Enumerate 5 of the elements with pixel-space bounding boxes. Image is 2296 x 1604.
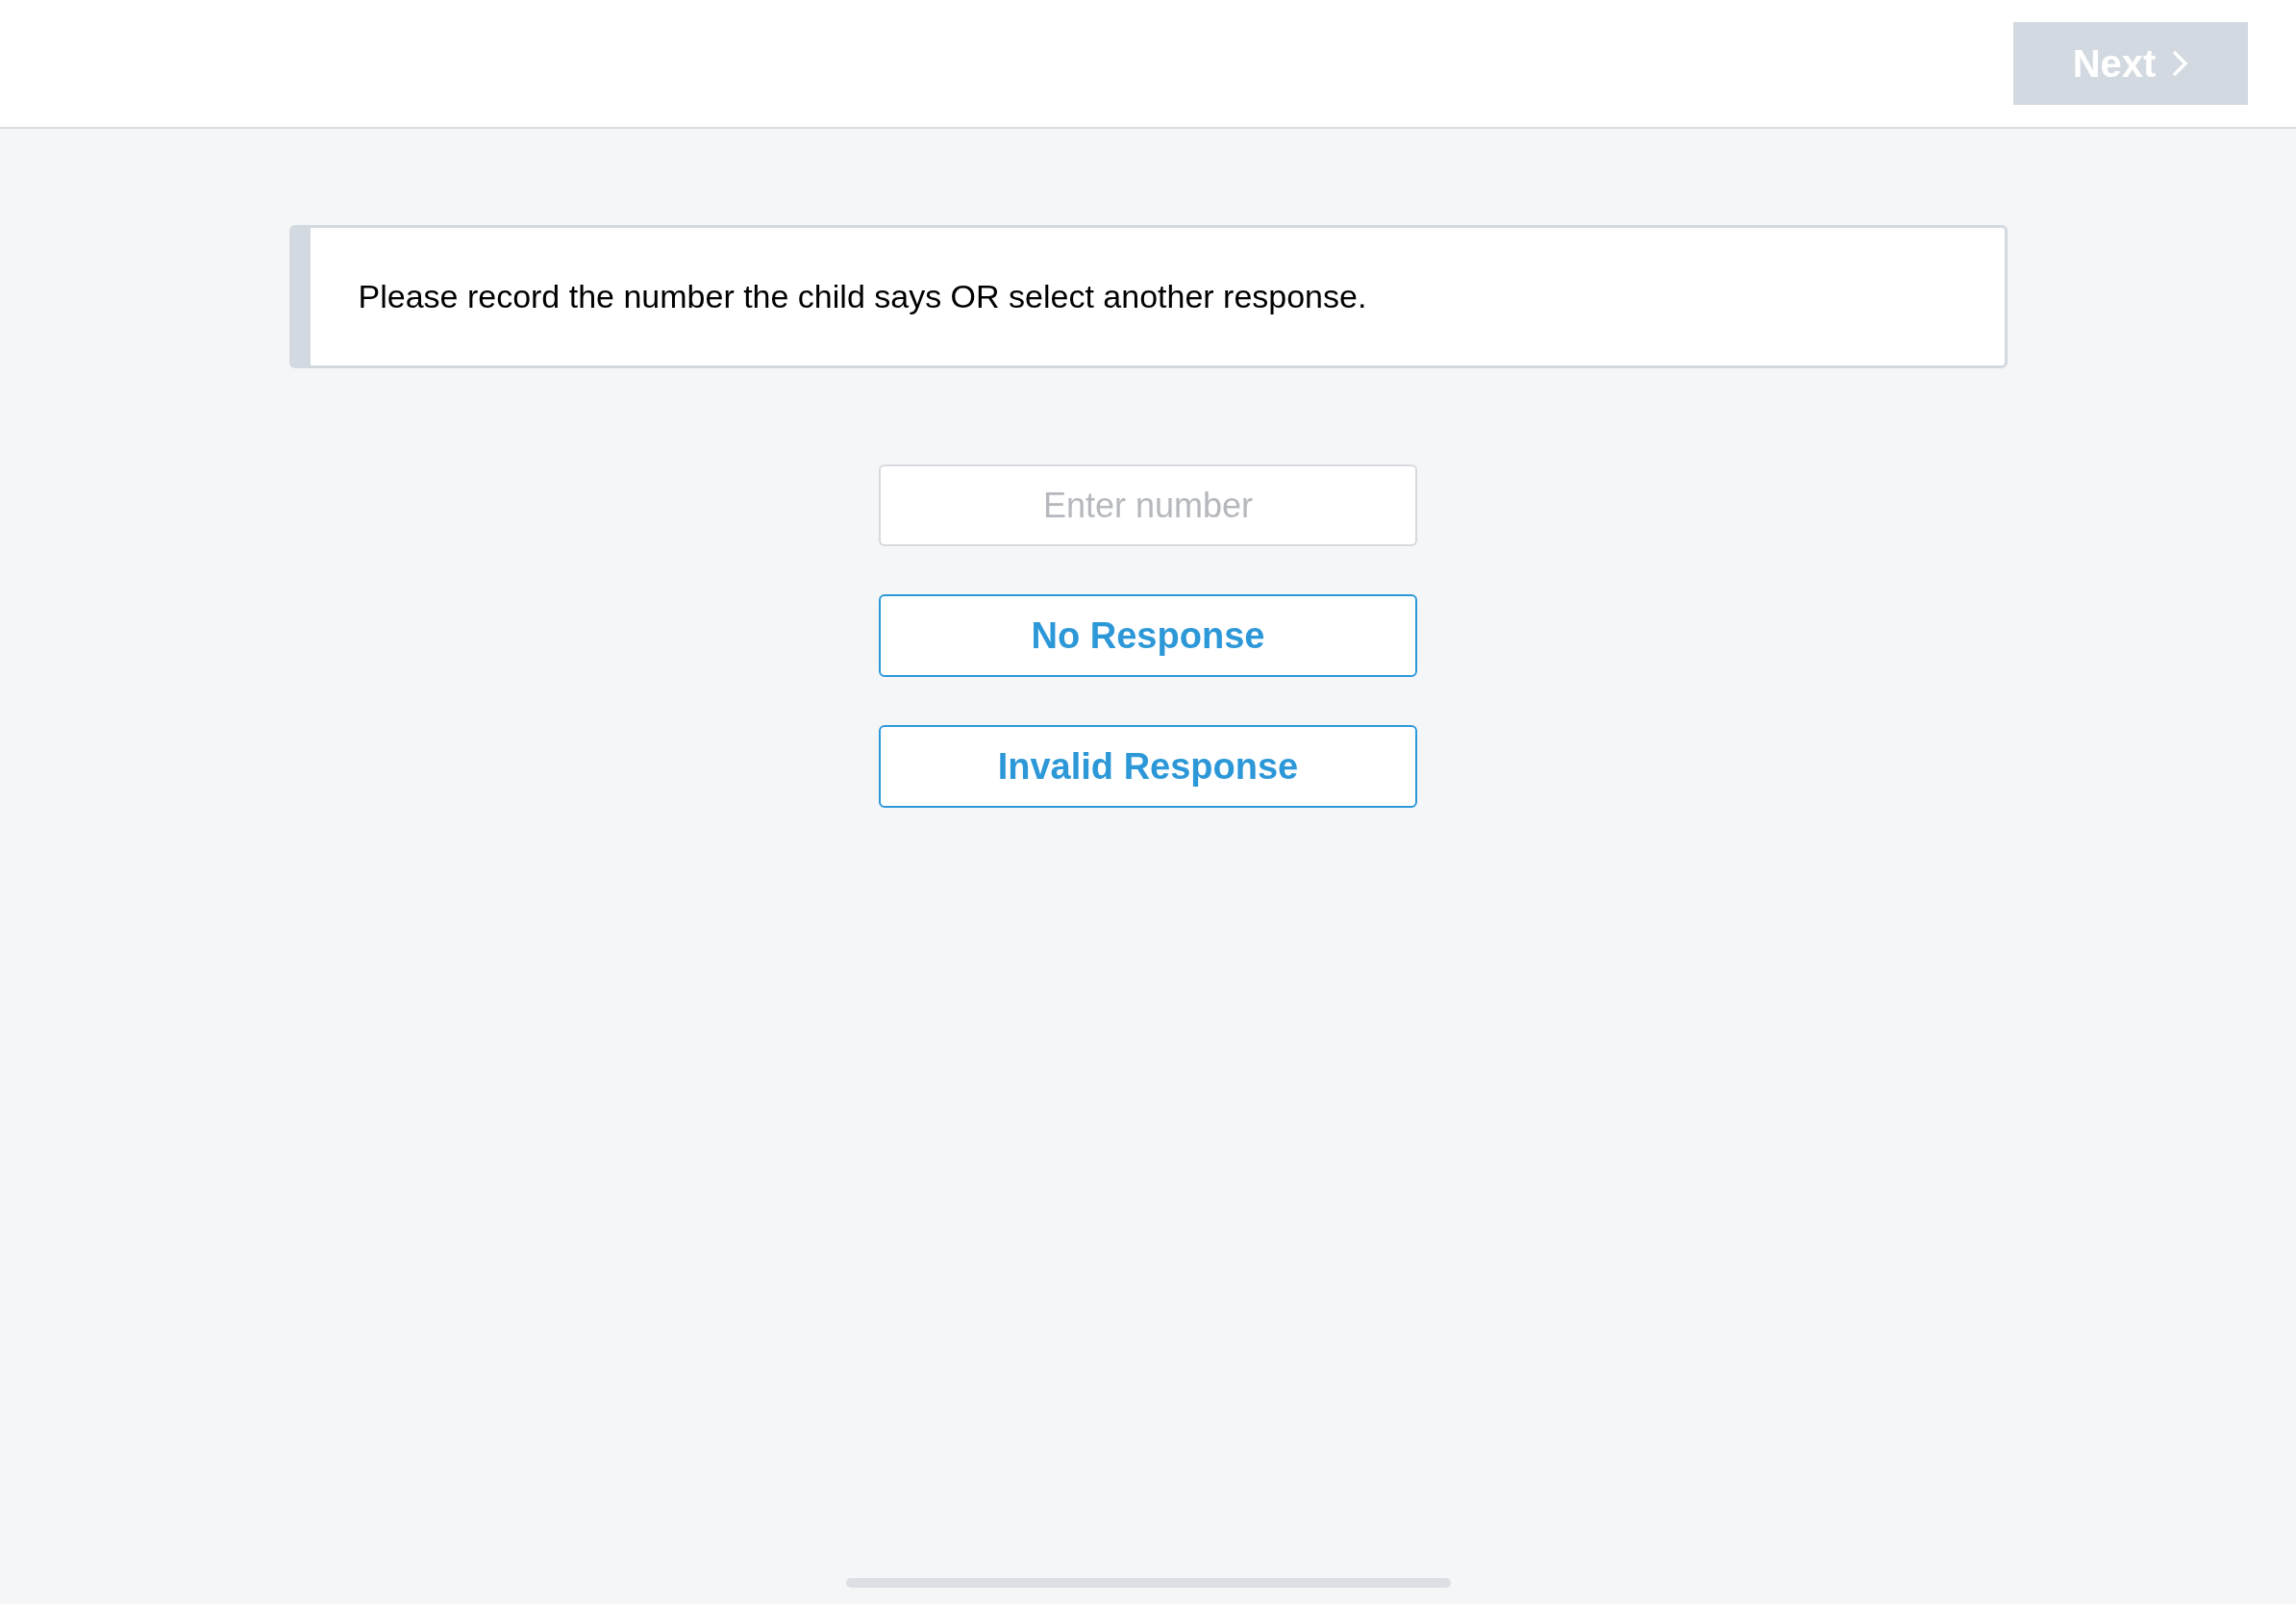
instruction-text: Please record the number the child says OR select another response. — [358, 277, 1367, 316]
chevron-right-icon — [2171, 49, 2189, 78]
response-button[interactable]: No Response — [879, 594, 1417, 677]
number-input-field[interactable]: Enter number — [879, 464, 1417, 546]
response-button[interactable]: Invalid Response — [879, 725, 1417, 808]
